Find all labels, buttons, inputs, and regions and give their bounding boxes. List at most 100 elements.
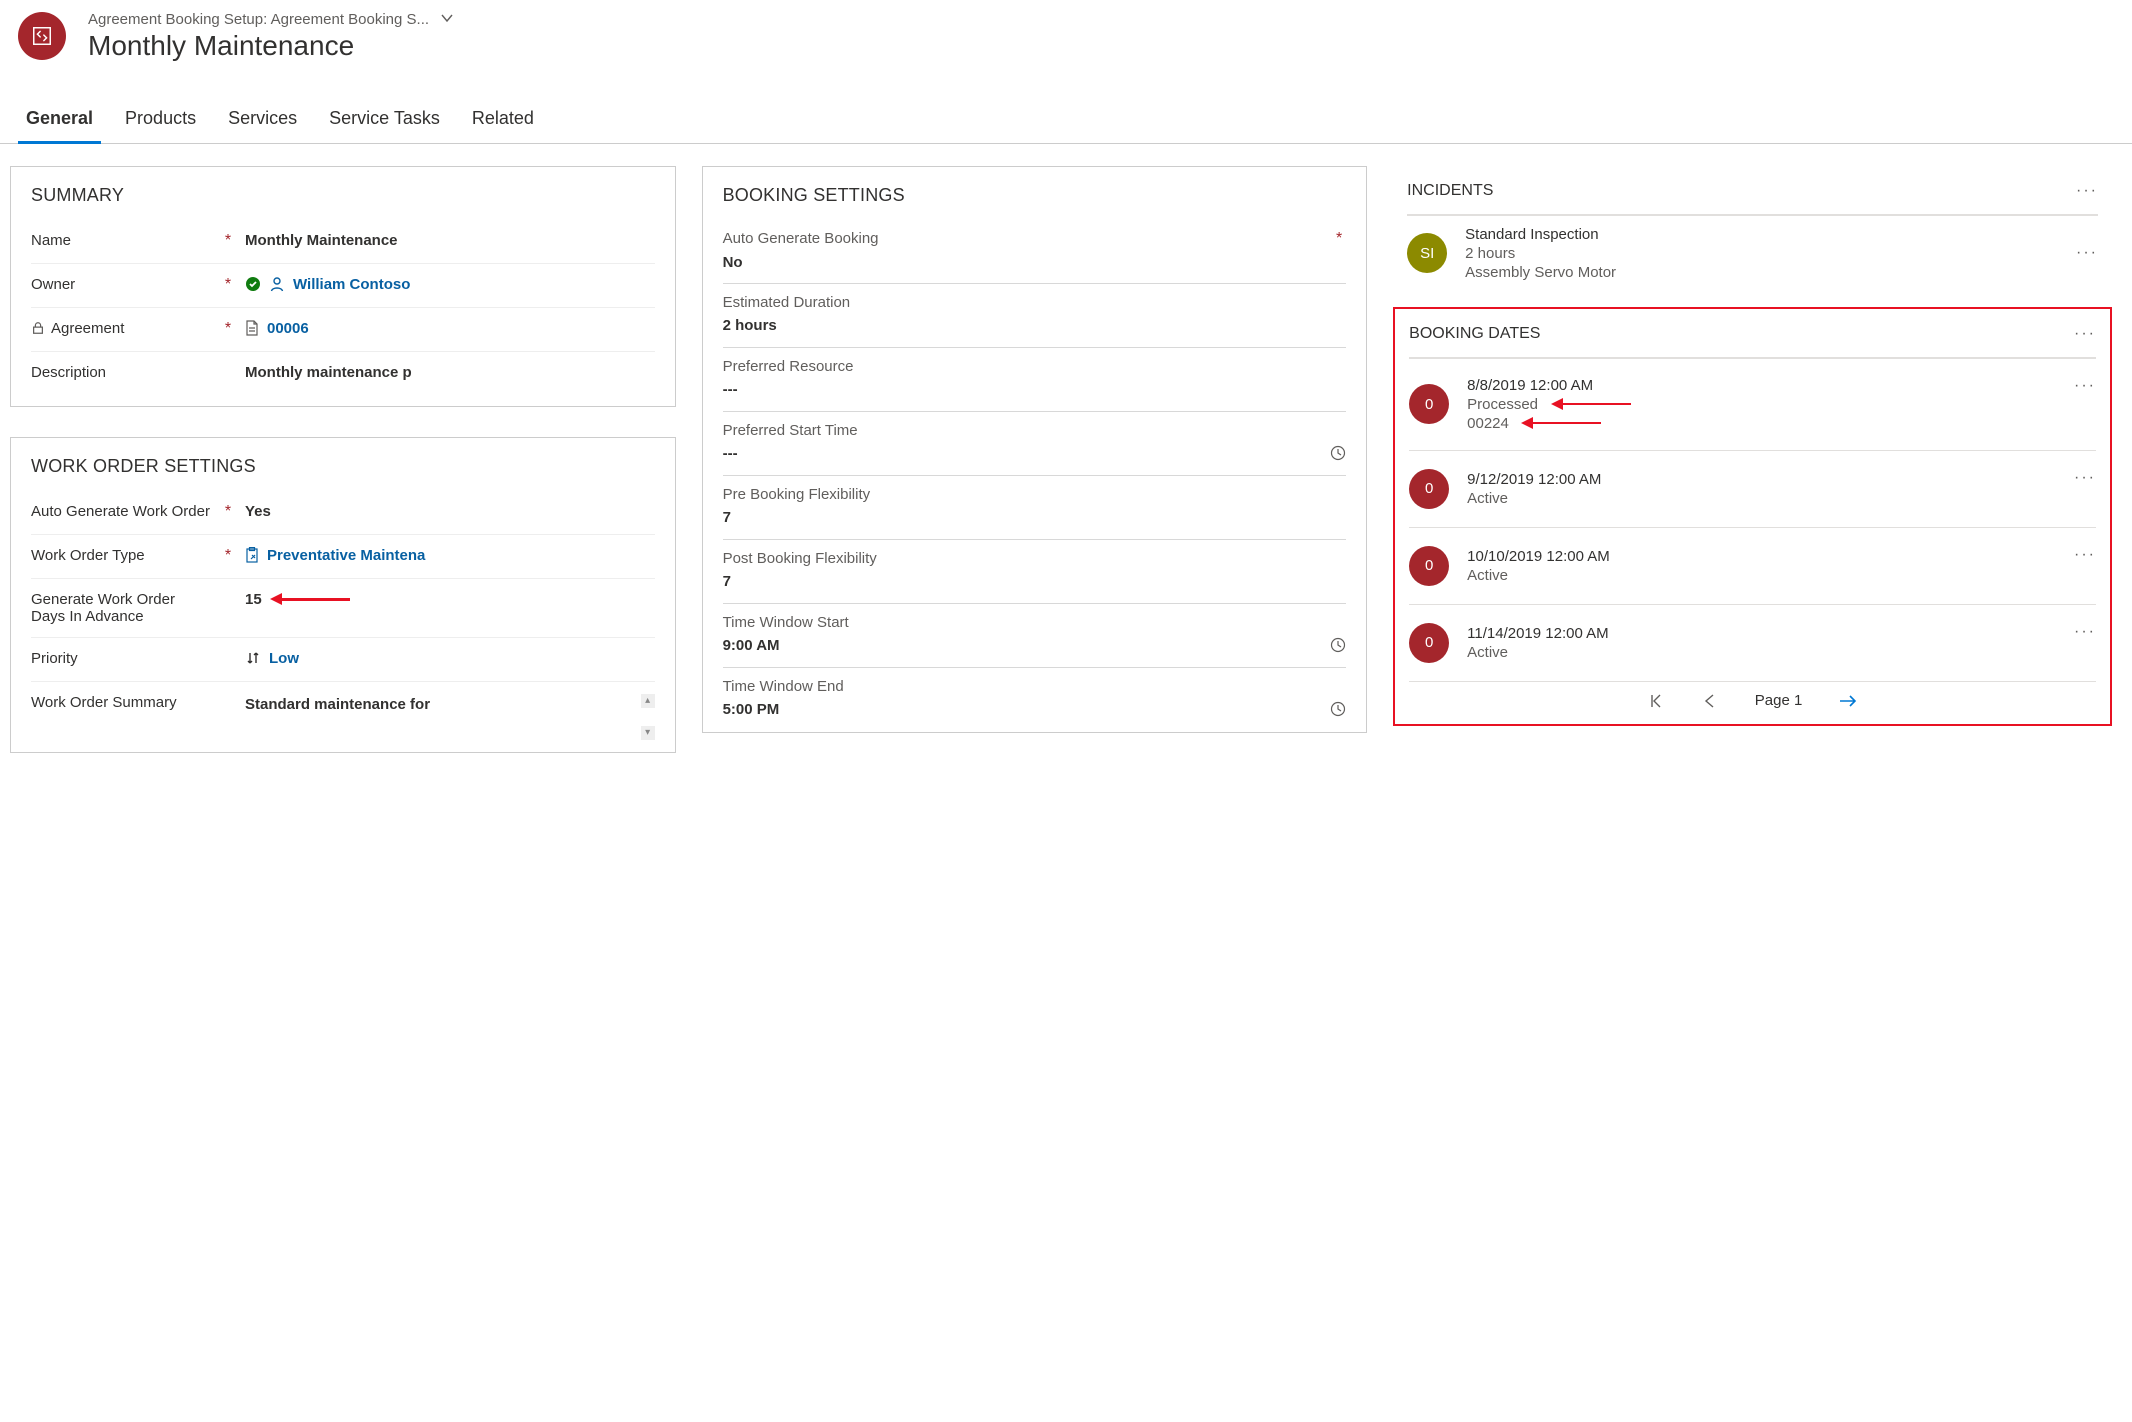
incident-row[interactable]: SI Standard Inspection 2 hours Assembly … xyxy=(1407,215,2098,291)
required-marker: * xyxy=(221,547,235,565)
required-marker: * xyxy=(221,276,235,294)
tab-general[interactable]: General xyxy=(10,98,109,143)
description-value[interactable]: Monthly maintenance p xyxy=(245,364,655,381)
bs-auto-label: Auto Generate Booking xyxy=(723,230,879,247)
booking-status: Active xyxy=(1467,567,2056,584)
booking-date-row[interactable]: 0 10/10/2019 12:00 AM Active ··· xyxy=(1409,527,2096,604)
booking-dates-highlight: BOOKING DATES ··· 0 8/8/2019 12:00 AM Pr… xyxy=(1393,307,2112,726)
page-title: Monthly Maintenance xyxy=(88,29,455,63)
tab-bar: General Products Services Service Tasks … xyxy=(0,98,2132,144)
booking-dates-title: BOOKING DATES xyxy=(1409,325,1540,343)
textarea-scrollbar[interactable]: ▴▾ xyxy=(641,694,655,740)
wo-type-link[interactable]: Preventative Maintena xyxy=(267,547,425,564)
booking-date: 9/12/2019 12:00 AM xyxy=(1467,471,2056,488)
avatar: 0 xyxy=(1409,546,1449,586)
avatar: 0 xyxy=(1409,623,1449,663)
incident-duration: 2 hours xyxy=(1465,245,2058,262)
bs-winstart-value[interactable]: 9:00 AM xyxy=(723,637,780,666)
booking-row-more[interactable]: ··· xyxy=(2074,546,2096,564)
owner-label: Owner xyxy=(31,276,211,293)
pager-next-button[interactable] xyxy=(1838,692,1858,710)
wo-priority-label: Priority xyxy=(31,650,211,667)
booking-settings-title: BOOKING SETTINGS xyxy=(723,185,1347,206)
pager: Page 1 xyxy=(1409,681,2096,714)
bs-resource-label: Preferred Resource xyxy=(723,358,1347,375)
tab-products[interactable]: Products xyxy=(109,98,212,143)
booking-status: Active xyxy=(1467,490,2056,507)
booking-row-more[interactable]: ··· xyxy=(2074,377,2096,395)
verified-icon xyxy=(245,276,261,292)
booking-date-row[interactable]: 0 9/12/2019 12:00 AM Active ··· xyxy=(1409,450,2096,527)
booking-status: Active xyxy=(1467,644,2056,661)
bs-postflex-label: Post Booking Flexibility xyxy=(723,550,1347,567)
agreement-label: Agreement xyxy=(31,320,211,337)
wo-priority-link[interactable]: Low xyxy=(269,650,299,667)
booking-dates-more-button[interactable]: ··· xyxy=(2074,325,2096,343)
booking-status: Processed xyxy=(1467,396,2056,413)
agreement-link[interactable]: 00006 xyxy=(267,320,309,337)
wo-type-label: Work Order Type xyxy=(31,547,211,564)
chevron-down-icon[interactable] xyxy=(439,10,455,29)
wo-days-value[interactable]: 15 xyxy=(245,591,655,608)
bs-winend-label: Time Window End xyxy=(723,678,1347,695)
bs-auto-value[interactable]: No xyxy=(723,254,1347,283)
clock-icon[interactable] xyxy=(1330,701,1346,729)
bs-start-value[interactable]: --- xyxy=(723,445,738,474)
pager-label: Page 1 xyxy=(1755,692,1803,709)
tab-services[interactable]: Services xyxy=(212,98,313,143)
bs-resource-value[interactable]: --- xyxy=(723,381,1347,410)
wo-auto-label: Auto Generate Work Order xyxy=(31,503,211,520)
incidents-more-button[interactable]: ··· xyxy=(2076,182,2098,200)
person-icon xyxy=(269,276,285,292)
bs-duration-label: Estimated Duration xyxy=(723,294,1347,311)
annotation-arrow xyxy=(270,594,350,604)
owner-link[interactable]: William Contoso xyxy=(293,276,410,293)
required-marker: * xyxy=(1332,230,1346,248)
pager-prev-button[interactable] xyxy=(1701,692,1719,710)
clipboard-icon xyxy=(245,547,259,563)
bs-winstart-label: Time Window Start xyxy=(723,614,1347,631)
bs-postflex-value[interactable]: 7 xyxy=(723,573,1347,602)
bs-preflex-value[interactable]: 7 xyxy=(723,509,1347,538)
booking-date-row[interactable]: 0 8/8/2019 12:00 AM Processed 00224 ··· xyxy=(1409,358,2096,450)
clock-icon[interactable] xyxy=(1330,637,1346,665)
name-label: Name xyxy=(31,232,211,249)
avatar: SI xyxy=(1407,233,1447,273)
page-header: Agreement Booking Setup: Agreement Booki… xyxy=(0,0,2132,68)
wo-summary-value[interactable]: Standard maintenance for xyxy=(245,694,635,715)
description-label: Description xyxy=(31,364,211,381)
booking-date: 11/14/2019 12:00 AM xyxy=(1467,625,2056,642)
entity-icon xyxy=(18,12,66,60)
summary-card: SUMMARY Name * Monthly Maintenance Owner… xyxy=(10,166,676,407)
priority-icon xyxy=(245,650,261,666)
bs-preflex-label: Pre Booking Flexibility xyxy=(723,486,1347,503)
annotation-arrow xyxy=(1551,399,1631,409)
incident-row-more[interactable]: ··· xyxy=(2076,244,2098,262)
booking-date: 10/10/2019 12:00 AM xyxy=(1467,548,2056,565)
work-order-title: WORK ORDER SETTINGS xyxy=(31,456,655,477)
required-marker: * xyxy=(221,320,235,338)
bs-duration-value[interactable]: 2 hours xyxy=(723,317,1347,346)
lock-icon xyxy=(31,321,45,335)
name-value[interactable]: Monthly Maintenance xyxy=(245,232,655,249)
booking-date-row[interactable]: 0 11/14/2019 12:00 AM Active ··· xyxy=(1409,604,2096,681)
clock-icon[interactable] xyxy=(1330,445,1346,473)
avatar: 0 xyxy=(1409,384,1449,424)
bs-winend-value[interactable]: 5:00 PM xyxy=(723,701,780,730)
booking-settings-card: BOOKING SETTINGS Auto Generate Booking* … xyxy=(702,166,1368,733)
tab-related[interactable]: Related xyxy=(456,98,550,143)
booking-row-more[interactable]: ··· xyxy=(2074,469,2096,487)
booking-row-more[interactable]: ··· xyxy=(2074,623,2096,641)
required-marker: * xyxy=(221,503,235,521)
bs-start-label: Preferred Start Time xyxy=(723,422,1347,439)
document-icon xyxy=(245,320,259,336)
incidents-panel: INCIDENTS ··· SI Standard Inspection 2 h… xyxy=(1393,166,2112,301)
wo-auto-value[interactable]: Yes xyxy=(245,503,655,520)
tab-service-tasks[interactable]: Service Tasks xyxy=(313,98,456,143)
booking-date: 8/8/2019 12:00 AM xyxy=(1467,377,2056,394)
incident-name: Standard Inspection xyxy=(1465,226,2058,243)
pager-first-button[interactable] xyxy=(1647,692,1665,710)
wo-summary-label: Work Order Summary xyxy=(31,694,211,711)
summary-title: SUMMARY xyxy=(31,185,655,206)
breadcrumb[interactable]: Agreement Booking Setup: Agreement Booki… xyxy=(88,11,429,28)
